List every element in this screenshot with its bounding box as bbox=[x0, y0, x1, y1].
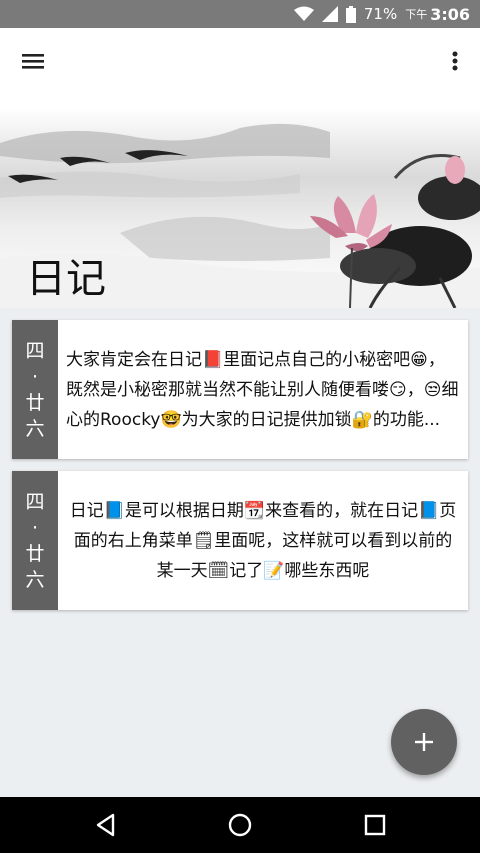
date-day-first: 廿 bbox=[25, 542, 45, 565]
date-day-second: 六 bbox=[25, 417, 45, 440]
entry-preview: 大家肯定会在日记📕里面记点自己的小秘密吧😁，既然是小秘密那就当然不能让别人随便看… bbox=[66, 349, 459, 430]
wifi-icon bbox=[293, 6, 314, 22]
diary-entry-card[interactable]: 四 · 廿 六 大家肯定会在日记📕里面记点自己的小秘密吧😁，既然是小秘密那就当然… bbox=[12, 320, 468, 459]
entry-date: 四 · 廿 六 bbox=[12, 320, 58, 459]
entry-text: 日记📘是可以根据日期📆来查看的，就在日记📘页面的右上角菜单🗒里面呢，这样就可以看… bbox=[58, 471, 468, 610]
battery-icon bbox=[345, 5, 356, 23]
entry-text: 大家肯定会在日记📕里面记点自己的小秘密吧😁，既然是小秘密那就当然不能让别人随便看… bbox=[58, 320, 468, 459]
battery-percent: 71% bbox=[363, 5, 398, 23]
hamburger-menu-icon bbox=[22, 54, 44, 69]
signal-icon bbox=[321, 6, 338, 22]
add-entry-button[interactable] bbox=[391, 709, 457, 775]
nav-recents-button[interactable] bbox=[361, 811, 389, 839]
date-weekday: 四 bbox=[25, 490, 45, 513]
system-navigation-bar bbox=[0, 797, 480, 853]
entry-preview: 日记📘是可以根据日期📆来查看的，就在日记📘页面的右上角菜单🗒里面呢，这样就可以看… bbox=[69, 500, 457, 581]
back-icon bbox=[96, 813, 115, 837]
diary-header: 日记 bbox=[0, 28, 480, 308]
date-separator: · bbox=[31, 516, 39, 539]
add-icon bbox=[415, 733, 433, 751]
nav-home-button[interactable] bbox=[226, 811, 254, 839]
diary-entry-card[interactable]: 四 · 廿 六 日记📘是可以根据日期📆来查看的，就在日记📘页面的右上角菜单🗒里面… bbox=[12, 471, 468, 610]
more-options-button[interactable] bbox=[440, 46, 470, 76]
status-bar: 71% 下午 3:06 bbox=[0, 0, 480, 28]
menu-button[interactable] bbox=[18, 48, 48, 74]
date-day-second: 六 bbox=[25, 568, 45, 591]
page-title: 日记 bbox=[26, 256, 106, 302]
recents-icon bbox=[364, 814, 386, 836]
nav-back-button[interactable] bbox=[92, 811, 120, 839]
date-separator: · bbox=[31, 365, 39, 388]
date-day-first: 廿 bbox=[25, 391, 45, 414]
ampm-label: 下午 bbox=[405, 8, 428, 21]
more-vert-icon bbox=[452, 51, 458, 71]
clock: 3:06 bbox=[430, 4, 470, 24]
home-icon bbox=[228, 813, 252, 837]
entry-date: 四 · 廿 六 bbox=[12, 471, 58, 610]
date-weekday: 四 bbox=[25, 339, 45, 362]
